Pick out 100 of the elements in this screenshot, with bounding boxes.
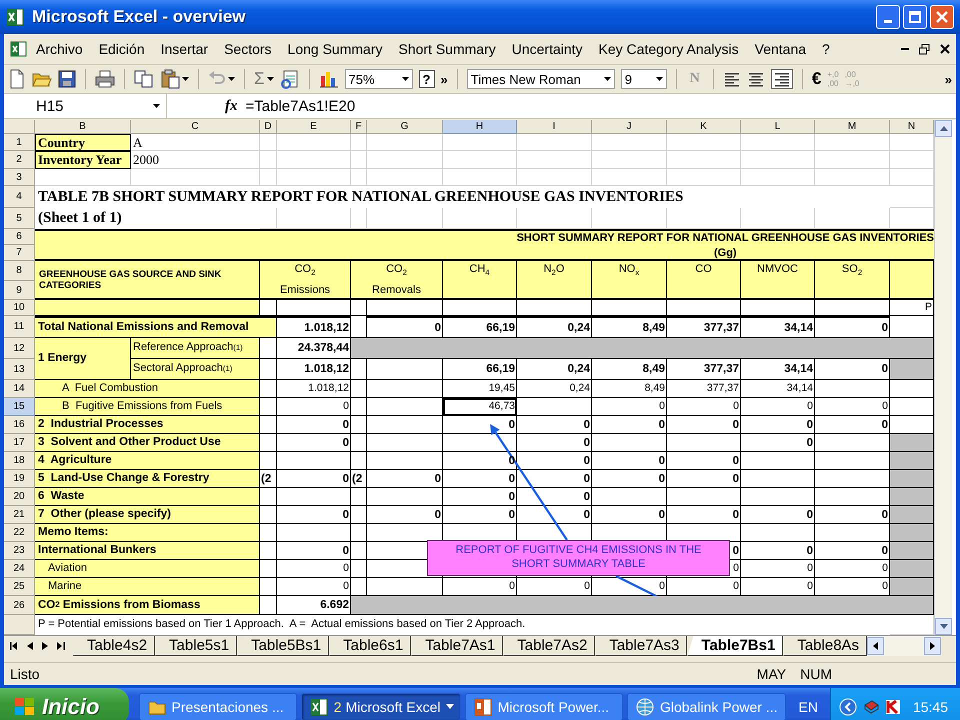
sheet-tab[interactable]: Table8As — [783, 636, 868, 656]
menu-item[interactable]: ? — [814, 41, 838, 57]
antivirus-icon[interactable] — [884, 698, 901, 714]
menu-item[interactable]: Uncertainty — [504, 41, 591, 57]
row-header[interactable]: 13 — [4, 359, 35, 380]
row-header[interactable]: 8 — [4, 261, 35, 281]
menu-item[interactable]: Insertar — [152, 41, 216, 57]
column-header[interactable]: G — [367, 120, 443, 134]
column-header[interactable]: N — [890, 120, 934, 134]
minimize-button[interactable] — [876, 5, 900, 29]
help-button[interactable]: ? — [418, 70, 435, 88]
column-header[interactable]: J — [592, 120, 667, 134]
align-left-icon[interactable] — [722, 71, 741, 87]
print-icon[interactable] — [95, 70, 115, 88]
row-header[interactable]: 10 — [4, 300, 35, 316]
column-header[interactable]: M — [815, 120, 890, 134]
caret-icon[interactable] — [402, 77, 409, 81]
row-header[interactable]: 7 — [4, 245, 35, 261]
close-button[interactable] — [930, 5, 954, 29]
taskbar-button[interactable]: Globalink Power ... — [626, 692, 786, 720]
scroll-right-button[interactable] — [924, 637, 942, 655]
last-sheet-icon[interactable] — [57, 642, 65, 650]
toolbar-overflow-button[interactable]: » — [944, 72, 952, 86]
scroll-down-button[interactable] — [935, 618, 952, 635]
formula-field[interactable]: =Table7As1!E20 — [246, 94, 956, 118]
caret-icon[interactable] — [656, 77, 663, 81]
autosum-button[interactable]: Σ — [254, 69, 265, 89]
new-file-icon[interactable] — [8, 69, 26, 89]
column-header[interactable]: B — [35, 120, 131, 134]
column-header[interactable]: C — [131, 120, 260, 134]
vertical-scrollbar[interactable] — [934, 120, 952, 635]
row-header[interactable]: 3 — [4, 169, 35, 186]
sheet-refresh-icon[interactable] — [280, 69, 300, 89]
row-header[interactable]: 16 — [4, 416, 35, 434]
menu-item[interactable]: Long Summary — [280, 41, 390, 57]
font-size-dropdown[interactable]: 9 — [620, 69, 667, 89]
menu-item[interactable]: Ventana — [746, 41, 814, 57]
restore-icon[interactable] — [919, 44, 930, 54]
column-header[interactable]: F — [351, 120, 367, 134]
currency-button[interactable]: € — [812, 69, 822, 89]
row-header[interactable]: 1 — [4, 134, 35, 151]
language-indicator[interactable]: EN — [790, 698, 826, 714]
sheet-tab[interactable]: Table5s1 — [155, 636, 238, 656]
row-header[interactable]: 5 — [4, 208, 35, 229]
sheet-tab[interactable]: Table7Bs1 — [687, 636, 784, 656]
align-center-icon[interactable] — [746, 71, 765, 87]
copy-icon[interactable] — [134, 70, 154, 88]
caret-icon[interactable] — [446, 704, 454, 709]
row-header[interactable]: 23 — [4, 542, 35, 560]
row-header[interactable]: 9 — [4, 281, 35, 300]
row-header[interactable]: 11 — [4, 316, 35, 338]
save-icon[interactable] — [58, 70, 76, 88]
sheet-tab[interactable]: Table5Bs1 — [237, 636, 330, 656]
column-header[interactable]: H — [443, 120, 517, 134]
sheet-tab[interactable]: Table7As1 — [411, 636, 504, 656]
chevron-icon[interactable] — [838, 698, 857, 716]
zoom-dropdown[interactable]: 75% — [344, 69, 413, 89]
scroll-up-button[interactable] — [935, 120, 952, 137]
sheet-tab[interactable]: Table7As2 — [503, 636, 596, 656]
row-header[interactable]: 26 — [4, 596, 35, 615]
taskbar-button[interactable]: Microsoft Power... — [464, 692, 623, 720]
toolbar-overflow-button[interactable]: » — [440, 72, 448, 86]
chart-icon[interactable] — [318, 70, 339, 88]
table-cell[interactable]: 46,73 — [443, 398, 517, 416]
row-header[interactable]: 22 — [4, 524, 35, 542]
caret-icon[interactable] — [228, 77, 235, 81]
sheet-tab[interactable]: Table7As3 — [595, 636, 688, 656]
tray-app-icon[interactable] — [862, 698, 879, 714]
sheet-tab[interactable]: Table4s2 — [73, 636, 156, 656]
next-sheet-icon[interactable] — [42, 642, 48, 650]
maximize-button[interactable] — [903, 5, 927, 29]
caret-icon[interactable] — [153, 104, 160, 108]
insert-function-button[interactable]: fx — [225, 98, 238, 114]
column-header[interactable]: E — [277, 120, 351, 134]
row-header[interactable]: 2 — [4, 151, 35, 169]
column-header[interactable]: K — [667, 120, 741, 134]
paste-icon[interactable] — [160, 69, 180, 89]
row-header[interactable]: 19 — [4, 470, 35, 488]
start-button[interactable]: Inicio — [0, 688, 129, 720]
column-header[interactable]: L — [741, 120, 815, 134]
taskbar-button[interactable]: Presentaciones ... — [138, 692, 297, 720]
sheet-tab[interactable]: Table6s1 — [329, 636, 412, 656]
row-header[interactable]: 21 — [4, 506, 35, 524]
column-header[interactable]: I — [517, 120, 592, 134]
row-header[interactable]: 4 — [4, 186, 35, 208]
row-header[interactable]: 25 — [4, 578, 35, 596]
menu-item[interactable]: Short Summary — [390, 41, 504, 57]
menu-item[interactable]: Edición — [90, 41, 153, 57]
first-sheet-icon[interactable] — [10, 642, 18, 650]
row-header[interactable]: 18 — [4, 452, 35, 470]
name-box[interactable]: H15 — [4, 94, 167, 118]
menu-item[interactable]: Archivo — [28, 41, 91, 57]
caret-icon[interactable] — [604, 77, 611, 81]
taskbar-button[interactable]: 2 Microsoft Excel — [300, 692, 461, 720]
caret-icon[interactable] — [182, 77, 189, 81]
align-right-icon[interactable] — [772, 71, 791, 87]
menu-item[interactable]: Key Category Analysis — [590, 41, 747, 57]
row-header[interactable]: 17 — [4, 434, 35, 452]
row-header[interactable]: 14 — [4, 380, 35, 398]
previous-sheet-icon[interactable] — [27, 642, 33, 650]
